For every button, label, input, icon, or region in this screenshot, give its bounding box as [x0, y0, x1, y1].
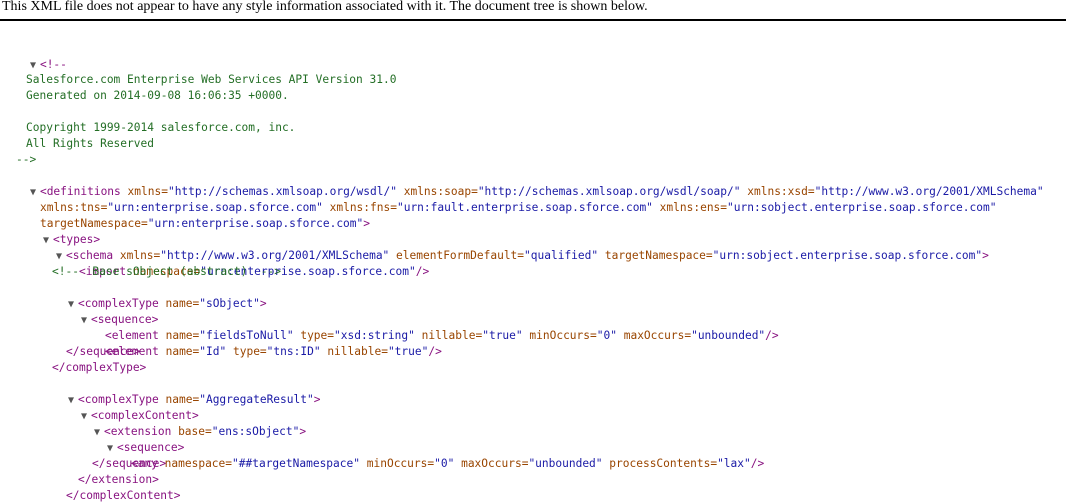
import-node: <import namespace="urn:enterprise.soap.s… [78, 265, 430, 278]
schema-node[interactable]: ▼ <schema xmlns="http://www.w3.org/2001/X… [29, 232, 989, 262]
comment-text-line: Generated on 2014-09-08 16:06:35 +0000. [26, 89, 289, 102]
xml-notice: This XML file does not appear to have an… [2, 0, 648, 14]
definitions-attrs: targetNamespace="urn:enterprise.soap.sfo… [39, 217, 371, 230]
types-node[interactable]: ▼ <types> [16, 216, 100, 246]
extension-close: </extension> [78, 473, 159, 486]
complextype-close: </complexType> [52, 361, 147, 374]
complextype-sobject-node[interactable]: ▼ <complexType name="sObject"> [41, 280, 267, 310]
sequence-close: </sequence> [66, 345, 141, 358]
element-id: <element name="Id" type="tns:ID" nillabl… [104, 345, 442, 358]
complexcontent-close: </complexContent> [66, 489, 181, 502]
comment-node[interactable]: ▼ <!-- [3, 41, 67, 71]
extension-node[interactable]: ▼ <extension base="ens:sObject"> [67, 408, 306, 438]
comment-text-line: All Rights Reserved [26, 137, 154, 150]
sequence-node[interactable]: ▼ <sequence> [54, 296, 158, 326]
complextype-aggregateresult-node[interactable]: ▼ <complexType name="AggregateResult"> [41, 376, 321, 406]
definitions-attrs: xmlns:tns="urn:enterprise.soap.sforce.co… [39, 201, 997, 214]
sequence-node[interactable]: ▼ <sequence> [80, 424, 184, 454]
definitions-node[interactable]: ▼ <definitions xmlns="http://schemas.xmls… [3, 168, 1044, 198]
divider [0, 19, 1066, 21]
element-fieldstonull: <element name="fieldsToNull" type="xsd:s… [104, 329, 779, 342]
any-element: <any namespace="##targetNamespace" minOc… [130, 457, 765, 470]
sequence-close: </sequence> [92, 457, 167, 470]
complexcontent-node[interactable]: ▼ <complexContent> [54, 392, 199, 422]
comment-text-line: Salesforce.com Enterprise Web Services A… [26, 73, 397, 86]
comment-text-line: Copyright 1999-2014 salesforce.com, inc. [26, 121, 296, 134]
comment-close: --> [16, 153, 37, 166]
base-sobject-comment: <!-- Base sObject (abstract) --> [52, 265, 282, 278]
